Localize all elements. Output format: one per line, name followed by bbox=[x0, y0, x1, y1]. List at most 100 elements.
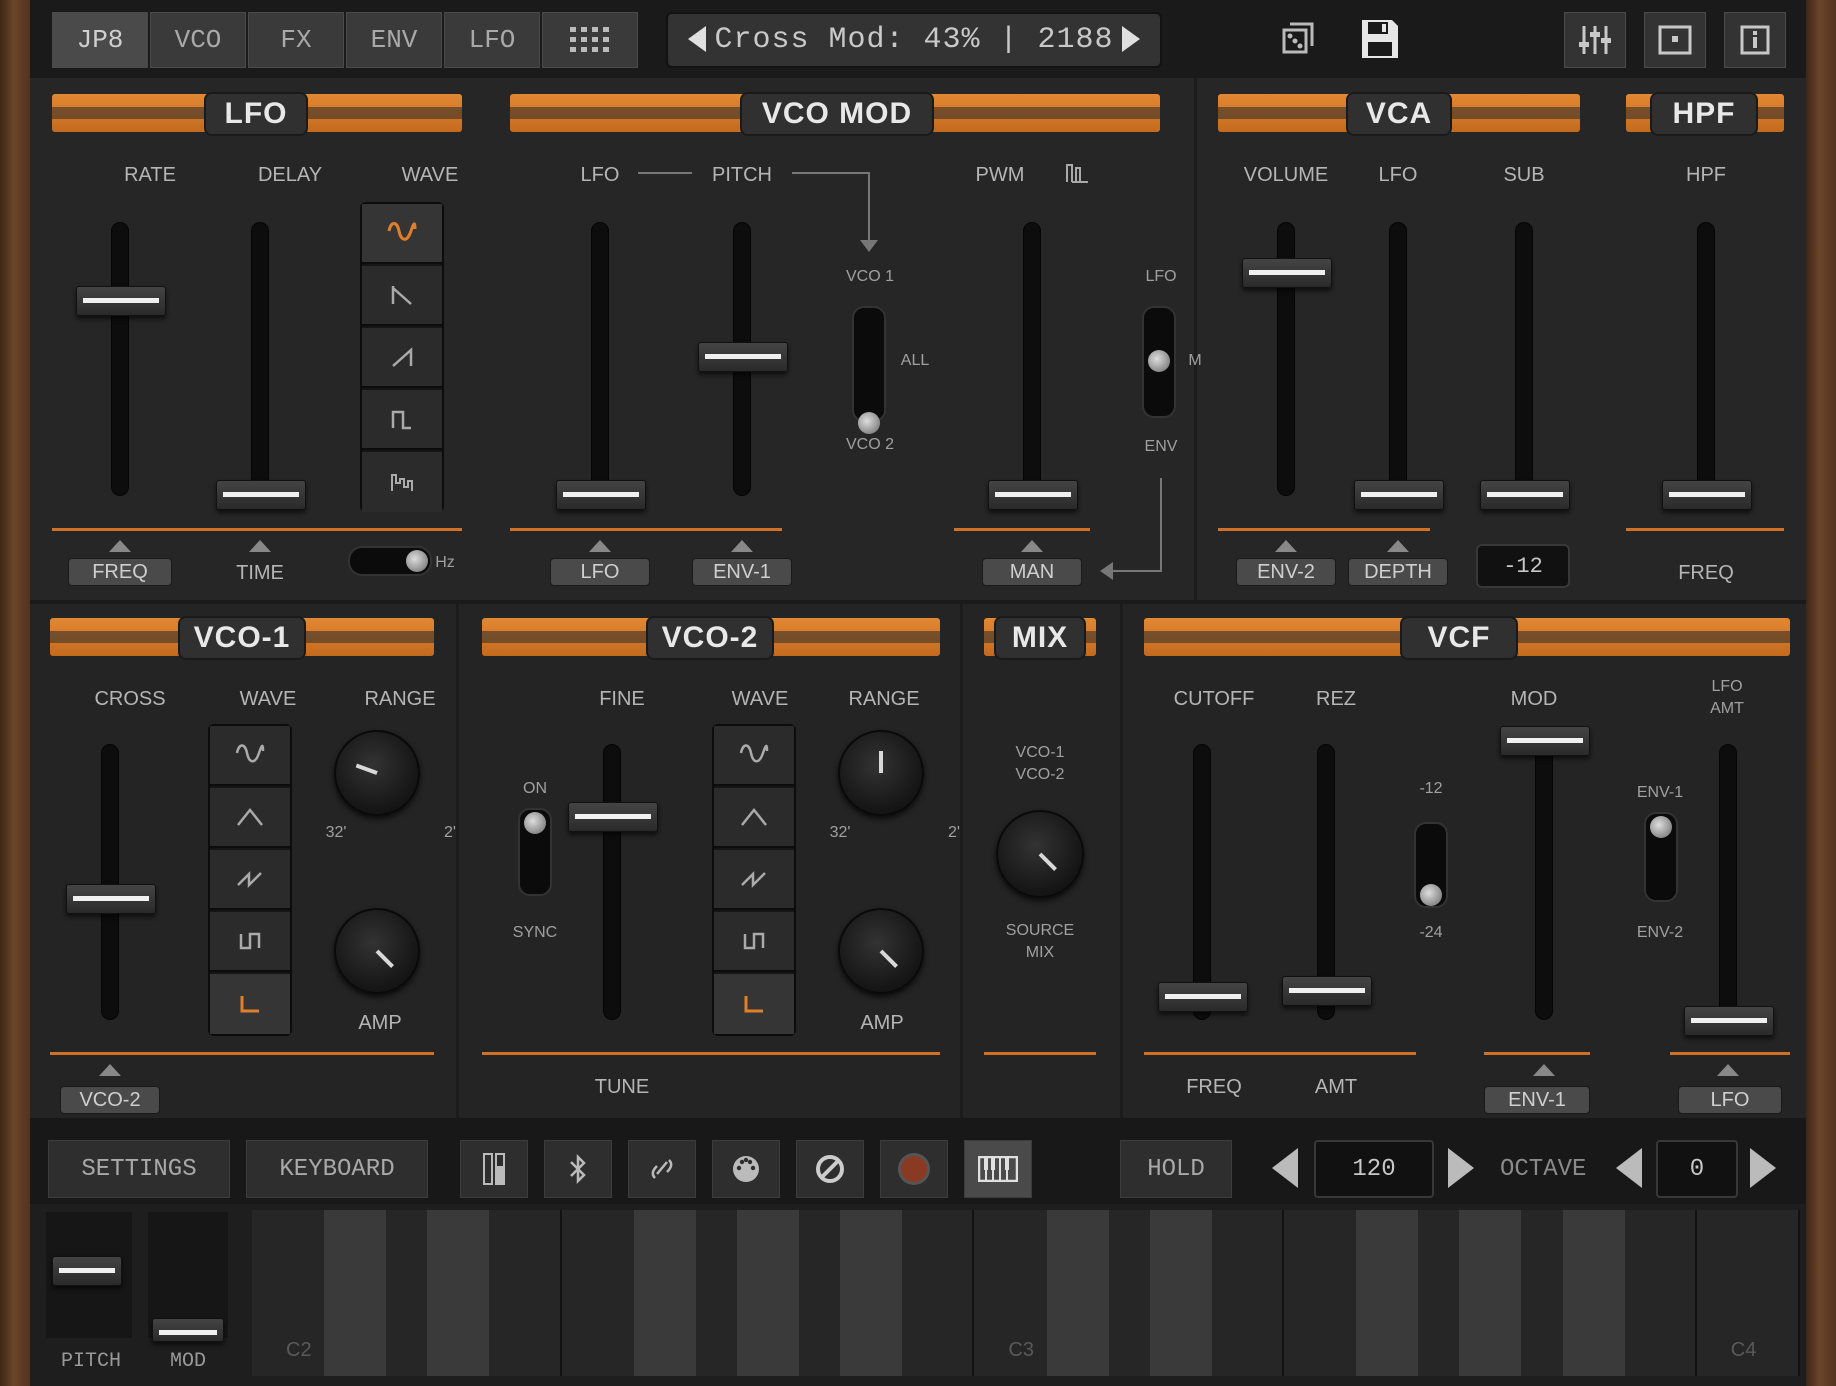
sync-switch[interactable] bbox=[518, 808, 552, 896]
delay-slider-handle[interactable] bbox=[216, 480, 306, 510]
vcf-env-switch[interactable] bbox=[1644, 812, 1678, 902]
tab-lfo[interactable]: LFO bbox=[444, 12, 540, 68]
rez-slider-handle[interactable] bbox=[1282, 976, 1372, 1006]
sub-slider-track[interactable] bbox=[1515, 222, 1533, 496]
mod-wheel[interactable] bbox=[148, 1212, 228, 1342]
mod-wheel-handle[interactable] bbox=[152, 1318, 224, 1342]
prev-preset-icon[interactable] bbox=[688, 26, 706, 52]
hpf-slider-track[interactable] bbox=[1697, 222, 1715, 496]
rate-slider-handle[interactable] bbox=[76, 286, 166, 316]
pwm-source-switch[interactable] bbox=[1142, 306, 1176, 418]
delay-slider-track[interactable] bbox=[251, 222, 269, 496]
vca-env2-tag[interactable]: ENV-2 bbox=[1236, 558, 1336, 586]
grid-icon[interactable] bbox=[542, 12, 638, 68]
keyboard-button[interactable]: KEYBOARD bbox=[246, 1140, 428, 1198]
octave-up-icon[interactable] bbox=[1750, 1148, 1776, 1188]
vca-lfo-slider-handle[interactable] bbox=[1354, 480, 1444, 510]
tab-fx[interactable]: FX bbox=[248, 12, 344, 68]
cutoff-slider-handle[interactable] bbox=[1158, 982, 1248, 1012]
vco2-range-knob[interactable] bbox=[838, 730, 924, 816]
saw-wave-icon[interactable] bbox=[714, 850, 794, 910]
pwm-slider-track[interactable] bbox=[1023, 222, 1041, 496]
lfo-amt-slider-track[interactable] bbox=[1719, 744, 1737, 1020]
cutoff-slider-track[interactable] bbox=[1193, 744, 1211, 1020]
piano-icon[interactable] bbox=[964, 1140, 1032, 1198]
cross-slider-handle[interactable] bbox=[66, 884, 156, 914]
midi-icon[interactable] bbox=[712, 1140, 780, 1198]
tempo-down-icon[interactable] bbox=[1272, 1148, 1298, 1188]
dice-icon[interactable] bbox=[1280, 20, 1318, 63]
source-mix-knob[interactable] bbox=[996, 810, 1084, 898]
pwm-slider-handle[interactable] bbox=[988, 480, 1078, 510]
sine-wave-icon[interactable] bbox=[714, 726, 794, 786]
black-key[interactable] bbox=[1459, 1210, 1522, 1376]
lfo-hz-toggle[interactable] bbox=[348, 546, 432, 576]
black-key[interactable] bbox=[633, 1210, 696, 1376]
saw-wave-icon[interactable] bbox=[210, 850, 290, 910]
cross-vco2-tag[interactable]: VCO-2 bbox=[60, 1086, 160, 1114]
square-wave-icon[interactable] bbox=[714, 912, 794, 972]
vco-mod-env-slider-handle[interactable] bbox=[698, 342, 788, 372]
panic-icon[interactable] bbox=[796, 1140, 864, 1198]
vco2-amp-knob[interactable] bbox=[838, 908, 924, 994]
pitch-wheel[interactable] bbox=[46, 1212, 132, 1338]
volume-slider-handle[interactable] bbox=[1242, 258, 1332, 288]
tab-env[interactable]: ENV bbox=[346, 12, 442, 68]
link-icon[interactable] bbox=[628, 1140, 696, 1198]
lfo-amt-slider-handle[interactable] bbox=[1684, 1006, 1774, 1036]
sine-wave-icon[interactable] bbox=[210, 726, 290, 786]
slope-switch[interactable] bbox=[1414, 822, 1448, 908]
black-key[interactable] bbox=[1356, 1210, 1419, 1376]
vcf-mod-slider-handle[interactable] bbox=[1500, 726, 1590, 756]
black-key[interactable] bbox=[1046, 1210, 1109, 1376]
tempo-value[interactable]: 120 bbox=[1314, 1140, 1434, 1198]
black-key[interactable] bbox=[840, 1210, 903, 1376]
vco-mod-env1-tag[interactable]: ENV-1 bbox=[692, 558, 792, 586]
black-key[interactable] bbox=[1562, 1210, 1625, 1376]
man-tag[interactable]: MAN bbox=[982, 558, 1082, 586]
vco-mod-lfo-tag[interactable]: LFO bbox=[550, 558, 650, 586]
square-wave-icon[interactable] bbox=[210, 912, 290, 972]
sub-octave-value[interactable]: -12 bbox=[1476, 544, 1570, 588]
octave-down-icon[interactable] bbox=[1616, 1148, 1642, 1188]
fine-slider-handle[interactable] bbox=[568, 802, 658, 832]
freq-tag[interactable]: FREQ bbox=[68, 558, 172, 586]
black-key[interactable] bbox=[1149, 1210, 1212, 1376]
bluetooth-icon[interactable] bbox=[544, 1140, 612, 1198]
settings-button[interactable]: SETTINGS bbox=[48, 1140, 230, 1198]
vco1-amp-knob[interactable] bbox=[334, 908, 420, 994]
tempo-up-icon[interactable] bbox=[1448, 1148, 1474, 1188]
tab-vco[interactable]: VCO bbox=[150, 12, 246, 68]
window-icon[interactable] bbox=[1644, 12, 1706, 68]
save-icon[interactable] bbox=[1360, 18, 1400, 65]
ramp-down-wave-icon[interactable] bbox=[362, 266, 442, 326]
vco-mod-lfo-slider-handle[interactable] bbox=[556, 480, 646, 510]
vco-mod-lfo-slider-track[interactable] bbox=[591, 222, 609, 496]
vcf-mod-slider-track[interactable] bbox=[1535, 744, 1553, 1020]
vca-lfo-slider-track[interactable] bbox=[1389, 222, 1407, 496]
pulse-wave-icon[interactable] bbox=[714, 974, 794, 1034]
slider-toggle-icon[interactable] bbox=[460, 1140, 528, 1198]
hpf-slider-handle[interactable] bbox=[1662, 480, 1752, 510]
mixer-icon[interactable] bbox=[1564, 12, 1626, 68]
square-wave-icon[interactable] bbox=[362, 390, 442, 450]
info-icon[interactable] bbox=[1724, 12, 1786, 68]
octave-value[interactable]: 0 bbox=[1656, 1140, 1738, 1198]
vco1-range-knob[interactable] bbox=[334, 730, 420, 816]
rate-slider-track[interactable] bbox=[111, 222, 129, 496]
white-key[interactable]: C4 bbox=[1696, 1210, 1800, 1376]
triangle-wave-icon[interactable] bbox=[714, 788, 794, 848]
sub-slider-handle[interactable] bbox=[1480, 480, 1570, 510]
black-key[interactable] bbox=[427, 1210, 490, 1376]
cross-slider-track[interactable] bbox=[101, 744, 119, 1020]
hold-button[interactable]: HOLD bbox=[1120, 1140, 1232, 1198]
sine-wave-icon[interactable] bbox=[362, 204, 442, 264]
saw-wave-icon[interactable] bbox=[362, 328, 442, 388]
vco-target-switch[interactable] bbox=[852, 306, 886, 434]
pitch-wheel-handle[interactable] bbox=[52, 1256, 122, 1286]
next-preset-icon[interactable] bbox=[1122, 26, 1140, 52]
black-key[interactable] bbox=[324, 1210, 387, 1376]
preset-display[interactable]: Cross Mod: 43% | 2188 bbox=[666, 12, 1162, 68]
black-key[interactable] bbox=[737, 1210, 799, 1376]
random-wave-icon[interactable] bbox=[362, 452, 442, 512]
